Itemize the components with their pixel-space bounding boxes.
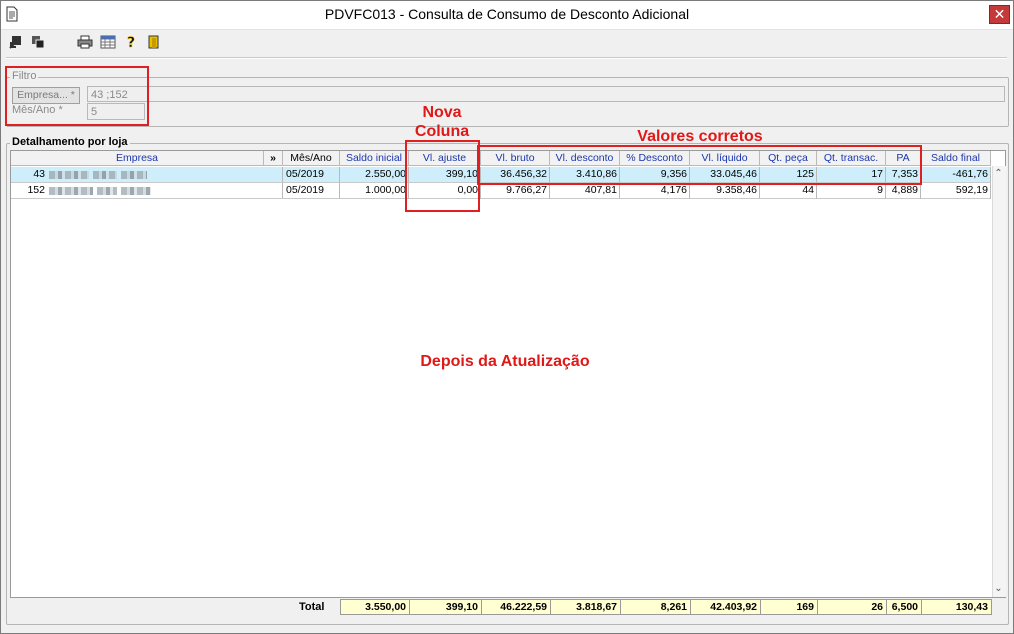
row2-saldo-final[interactable]: 592,19 xyxy=(921,183,991,199)
expand-columns-button[interactable]: » xyxy=(264,151,283,166)
row2-vl-bruto[interactable]: 9.766,27 xyxy=(481,183,550,199)
toolbar: ? xyxy=(1,30,1011,54)
total-vl-liquido: 42.403,92 xyxy=(690,599,761,615)
col-header-mes-ano[interactable]: Mês/Ano xyxy=(283,151,340,166)
row2-pct-desconto[interactable]: 4,176 xyxy=(620,183,690,199)
window-title: PDVFC013 - Consulta de Consumo de Descon… xyxy=(324,6,690,22)
grid-icon[interactable] xyxy=(100,35,116,49)
row2-saldo-inicial[interactable]: 1.000,00 xyxy=(340,183,409,199)
redacted-text xyxy=(49,187,93,195)
total-vl-ajuste: 399,10 xyxy=(409,599,482,615)
total-saldo-inicial: 3.550,00 xyxy=(340,599,410,615)
empresa-field[interactable]: 43 ;152 xyxy=(87,86,1005,102)
total-pa: 6,500 xyxy=(886,599,922,615)
total-vl-bruto: 46.222,59 xyxy=(481,599,551,615)
annotation-depois: Depois da Atualização xyxy=(420,353,590,370)
annotation-valores-corretos: Valores corretos xyxy=(637,128,763,145)
row1-saldo-inicial[interactable]: 2.550,00 xyxy=(340,167,409,183)
row2-mes-ano[interactable]: 05/2019 xyxy=(283,183,340,199)
exit-icon[interactable] xyxy=(9,35,23,49)
detail-grid xyxy=(10,150,1006,598)
row2-codigo[interactable]: 152 xyxy=(11,183,47,199)
annotation-box-valores xyxy=(477,145,922,185)
windows-icon[interactable] xyxy=(31,35,45,49)
detalhamento-legend: Detalhamento por loja xyxy=(10,136,130,148)
col-header-saldo-final[interactable]: Saldo final xyxy=(921,151,991,166)
row1-codigo[interactable]: 43 xyxy=(11,167,47,183)
row2-vl-liquido[interactable]: 9.358,46 xyxy=(690,183,760,199)
scroll-up-arrow-icon[interactable]: ⌃ xyxy=(992,168,1005,180)
help-icon[interactable]: ? xyxy=(125,35,137,49)
redacted-text xyxy=(121,187,151,195)
col-header-empresa[interactable]: Empresa xyxy=(11,151,264,166)
col-header-saldo-inicial[interactable]: Saldo inicial xyxy=(340,151,409,166)
total-vl-desconto: 3.818,67 xyxy=(550,599,621,615)
total-saldo-final: 130,43 xyxy=(921,599,992,615)
annotation-coluna: Coluna xyxy=(414,123,470,140)
redacted-text xyxy=(97,187,117,195)
row1-mes-ano[interactable]: 05/2019 xyxy=(283,167,340,183)
toolbar-separator xyxy=(6,57,1007,59)
filtro-groupbox xyxy=(6,77,1009,127)
row2-empresa-nome-redacted[interactable] xyxy=(47,183,283,199)
print-icon[interactable] xyxy=(77,35,93,49)
redacted-text xyxy=(121,171,147,179)
close-button[interactable]: ✕ xyxy=(989,5,1010,24)
total-pct-desconto: 8,261 xyxy=(620,599,691,615)
redacted-text xyxy=(93,171,117,179)
row1-empresa-nome-redacted[interactable] xyxy=(47,167,283,183)
row2-pa[interactable]: 4,889 xyxy=(886,183,921,199)
annotation-box-vl-ajuste xyxy=(405,140,480,212)
annotation-nova: Nova xyxy=(422,104,462,121)
scroll-down-arrow-icon[interactable]: ⌄ xyxy=(992,583,1005,595)
total-qt-transac: 26 xyxy=(817,599,887,615)
row2-qt-peca[interactable]: 44 xyxy=(760,183,817,199)
total-qt-peca: 169 xyxy=(760,599,818,615)
filtro-highlight-box xyxy=(5,66,149,126)
row2-vl-desconto[interactable]: 407,81 xyxy=(550,183,620,199)
row1-saldo-final[interactable]: -461,76 xyxy=(921,167,991,183)
svg-text:?: ? xyxy=(127,35,135,49)
door-icon[interactable] xyxy=(147,35,161,49)
redacted-text xyxy=(49,171,89,179)
grid-vertical-scrollbar[interactable] xyxy=(992,166,1006,597)
row2-qt-transac[interactable]: 9 xyxy=(817,183,886,199)
